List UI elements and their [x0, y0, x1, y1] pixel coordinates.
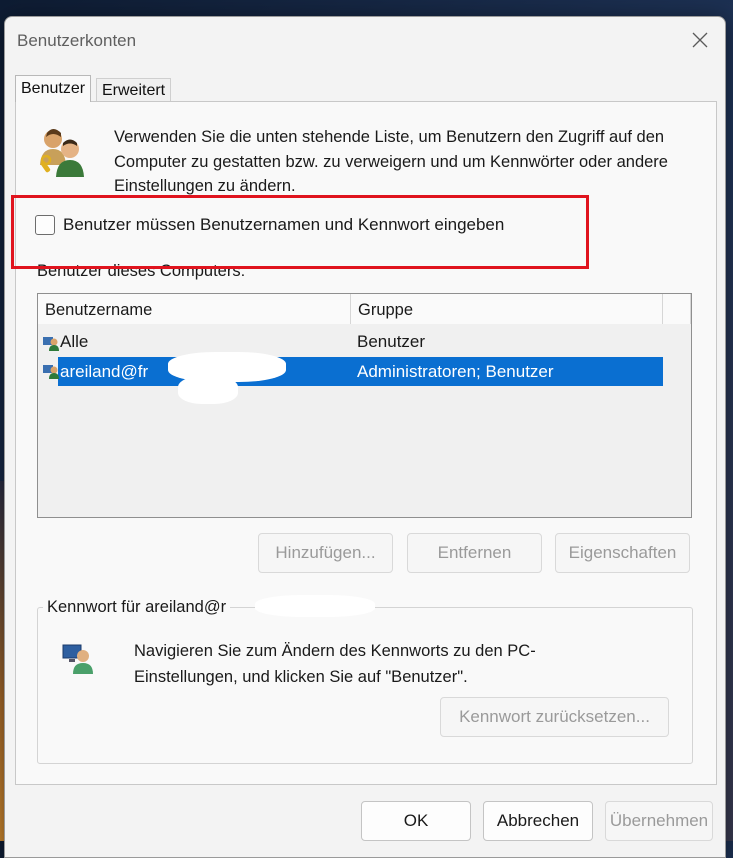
window-title: Benutzerkonten [17, 31, 137, 50]
add-button[interactable]: Hinzufügen... [258, 533, 393, 573]
column-header-group[interactable]: Gruppe [351, 294, 663, 324]
intro-text: Verwenden Sie die unten stehende Liste, … [114, 128, 668, 195]
user-accounts-dialog: Benutzerkonten Benutzer Erweitert Verwen… [4, 16, 726, 858]
remove-button[interactable]: Entfernen [407, 533, 542, 573]
close-icon [692, 32, 708, 48]
require-login-label[interactable]: Benutzer müssen Benutzernamen und Kennwo… [63, 215, 504, 235]
require-login-checkbox[interactable] [35, 215, 55, 235]
close-button[interactable] [683, 25, 717, 55]
require-login-checkbox-row[interactable]: Benutzer müssen Benutzernamen und Kennwo… [35, 214, 504, 236]
row-username: areiland@fr [60, 362, 149, 381]
properties-button[interactable]: Eigenschaften [555, 533, 690, 573]
table-row-selected[interactable]: areiland@fr Administratoren; Benutzer [58, 357, 663, 386]
tab-benutzer[interactable]: Benutzer [15, 75, 92, 102]
redaction-mark [178, 376, 238, 404]
apply-button[interactable]: Übernehmen [605, 801, 713, 841]
users-icon [40, 129, 84, 177]
reset-password-button[interactable]: Kennwort zurücksetzen... [440, 697, 669, 737]
users-section-label: Benutzer dieses Computers: [37, 262, 246, 280]
tab-erweitert[interactable]: Erweitert [96, 78, 172, 102]
user-icon [43, 365, 59, 379]
user-icon [43, 337, 59, 351]
redaction-mark [255, 595, 375, 617]
row-group: Administratoren; Benutzer [357, 362, 554, 381]
title-bar: Benutzerkonten [5, 17, 725, 63]
ok-button[interactable]: OK [361, 801, 471, 841]
row-group: Benutzer [357, 332, 426, 351]
column-header-username[interactable]: Benutzername [38, 294, 351, 324]
users-list[interactable]: Benutzername Gruppe Alle Benutzer areila… [37, 293, 692, 518]
table-row[interactable]: Alle Benutzer [40, 329, 663, 355]
computer-user-icon [62, 644, 93, 674]
password-group-text: Navigieren Sie zum Ändern des Kennworts … [134, 642, 536, 686]
row-username: Alle [60, 332, 89, 351]
password-group-title: Kennwort für areiland@r [43, 598, 231, 617]
column-header-filler [663, 294, 691, 324]
cancel-button[interactable]: Abbrechen [483, 801, 593, 841]
